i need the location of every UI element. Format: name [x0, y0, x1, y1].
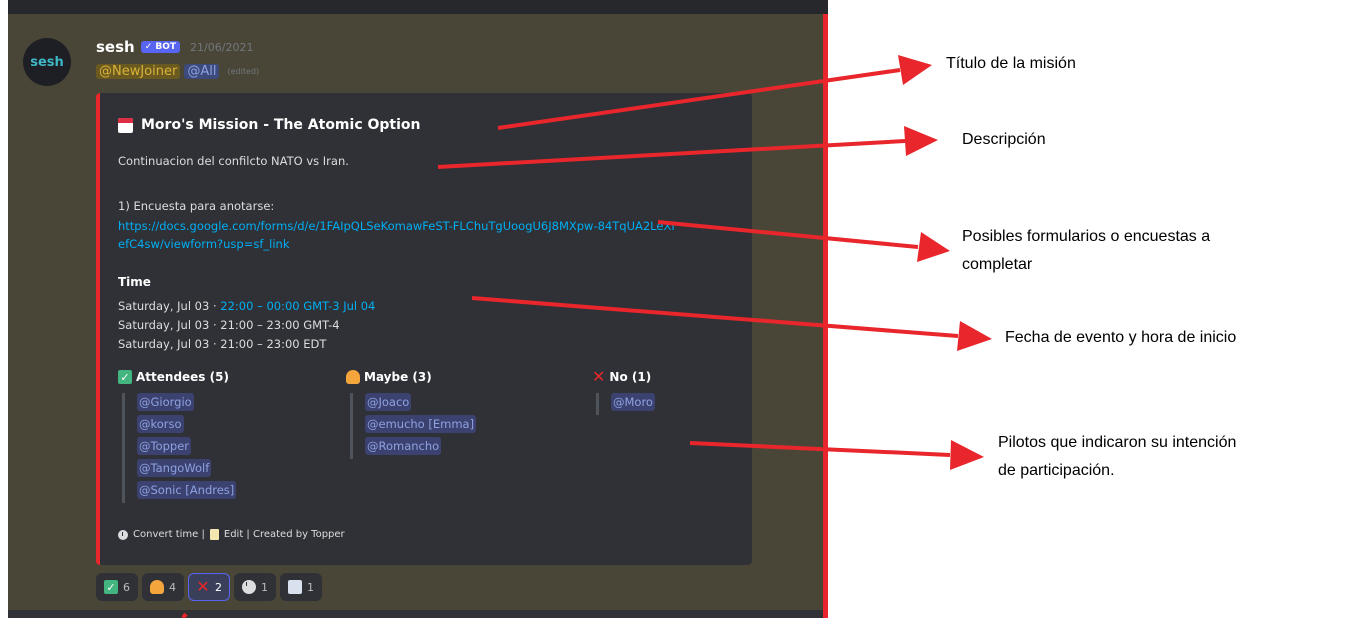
- arrowhead-titulo: [898, 55, 932, 85]
- arrow-partial: [181, 612, 188, 618]
- arrowhead-descripcion: [904, 126, 938, 156]
- arrowhead-pilotos: [950, 440, 984, 470]
- annotation-formularios-2: completar: [962, 256, 1033, 273]
- annotation-formularios-1: Posibles formularios o encuestas a: [962, 228, 1211, 245]
- annotation-titulo: Título de la misión: [946, 55, 1076, 72]
- arrow-formularios: [657, 220, 919, 249]
- arrow-titulo: [497, 68, 901, 130]
- annotation-pilotos-1: Pilotos que indicaron su intención: [998, 434, 1237, 451]
- arrowhead-fecha: [957, 321, 992, 351]
- arrowhead-formularios: [917, 232, 950, 262]
- arrow-descripcion: [437, 139, 906, 169]
- annotation-arrows: [181, 55, 992, 618]
- annotation-descripcion: Descripción: [962, 131, 1046, 148]
- annotation-pilotos-2: de participación.: [998, 462, 1115, 479]
- arrow-fecha: [471, 296, 959, 338]
- arrow-pilotos: [689, 441, 951, 457]
- annotation-fecha: Fecha de evento y hora de inicio: [1005, 329, 1237, 346]
